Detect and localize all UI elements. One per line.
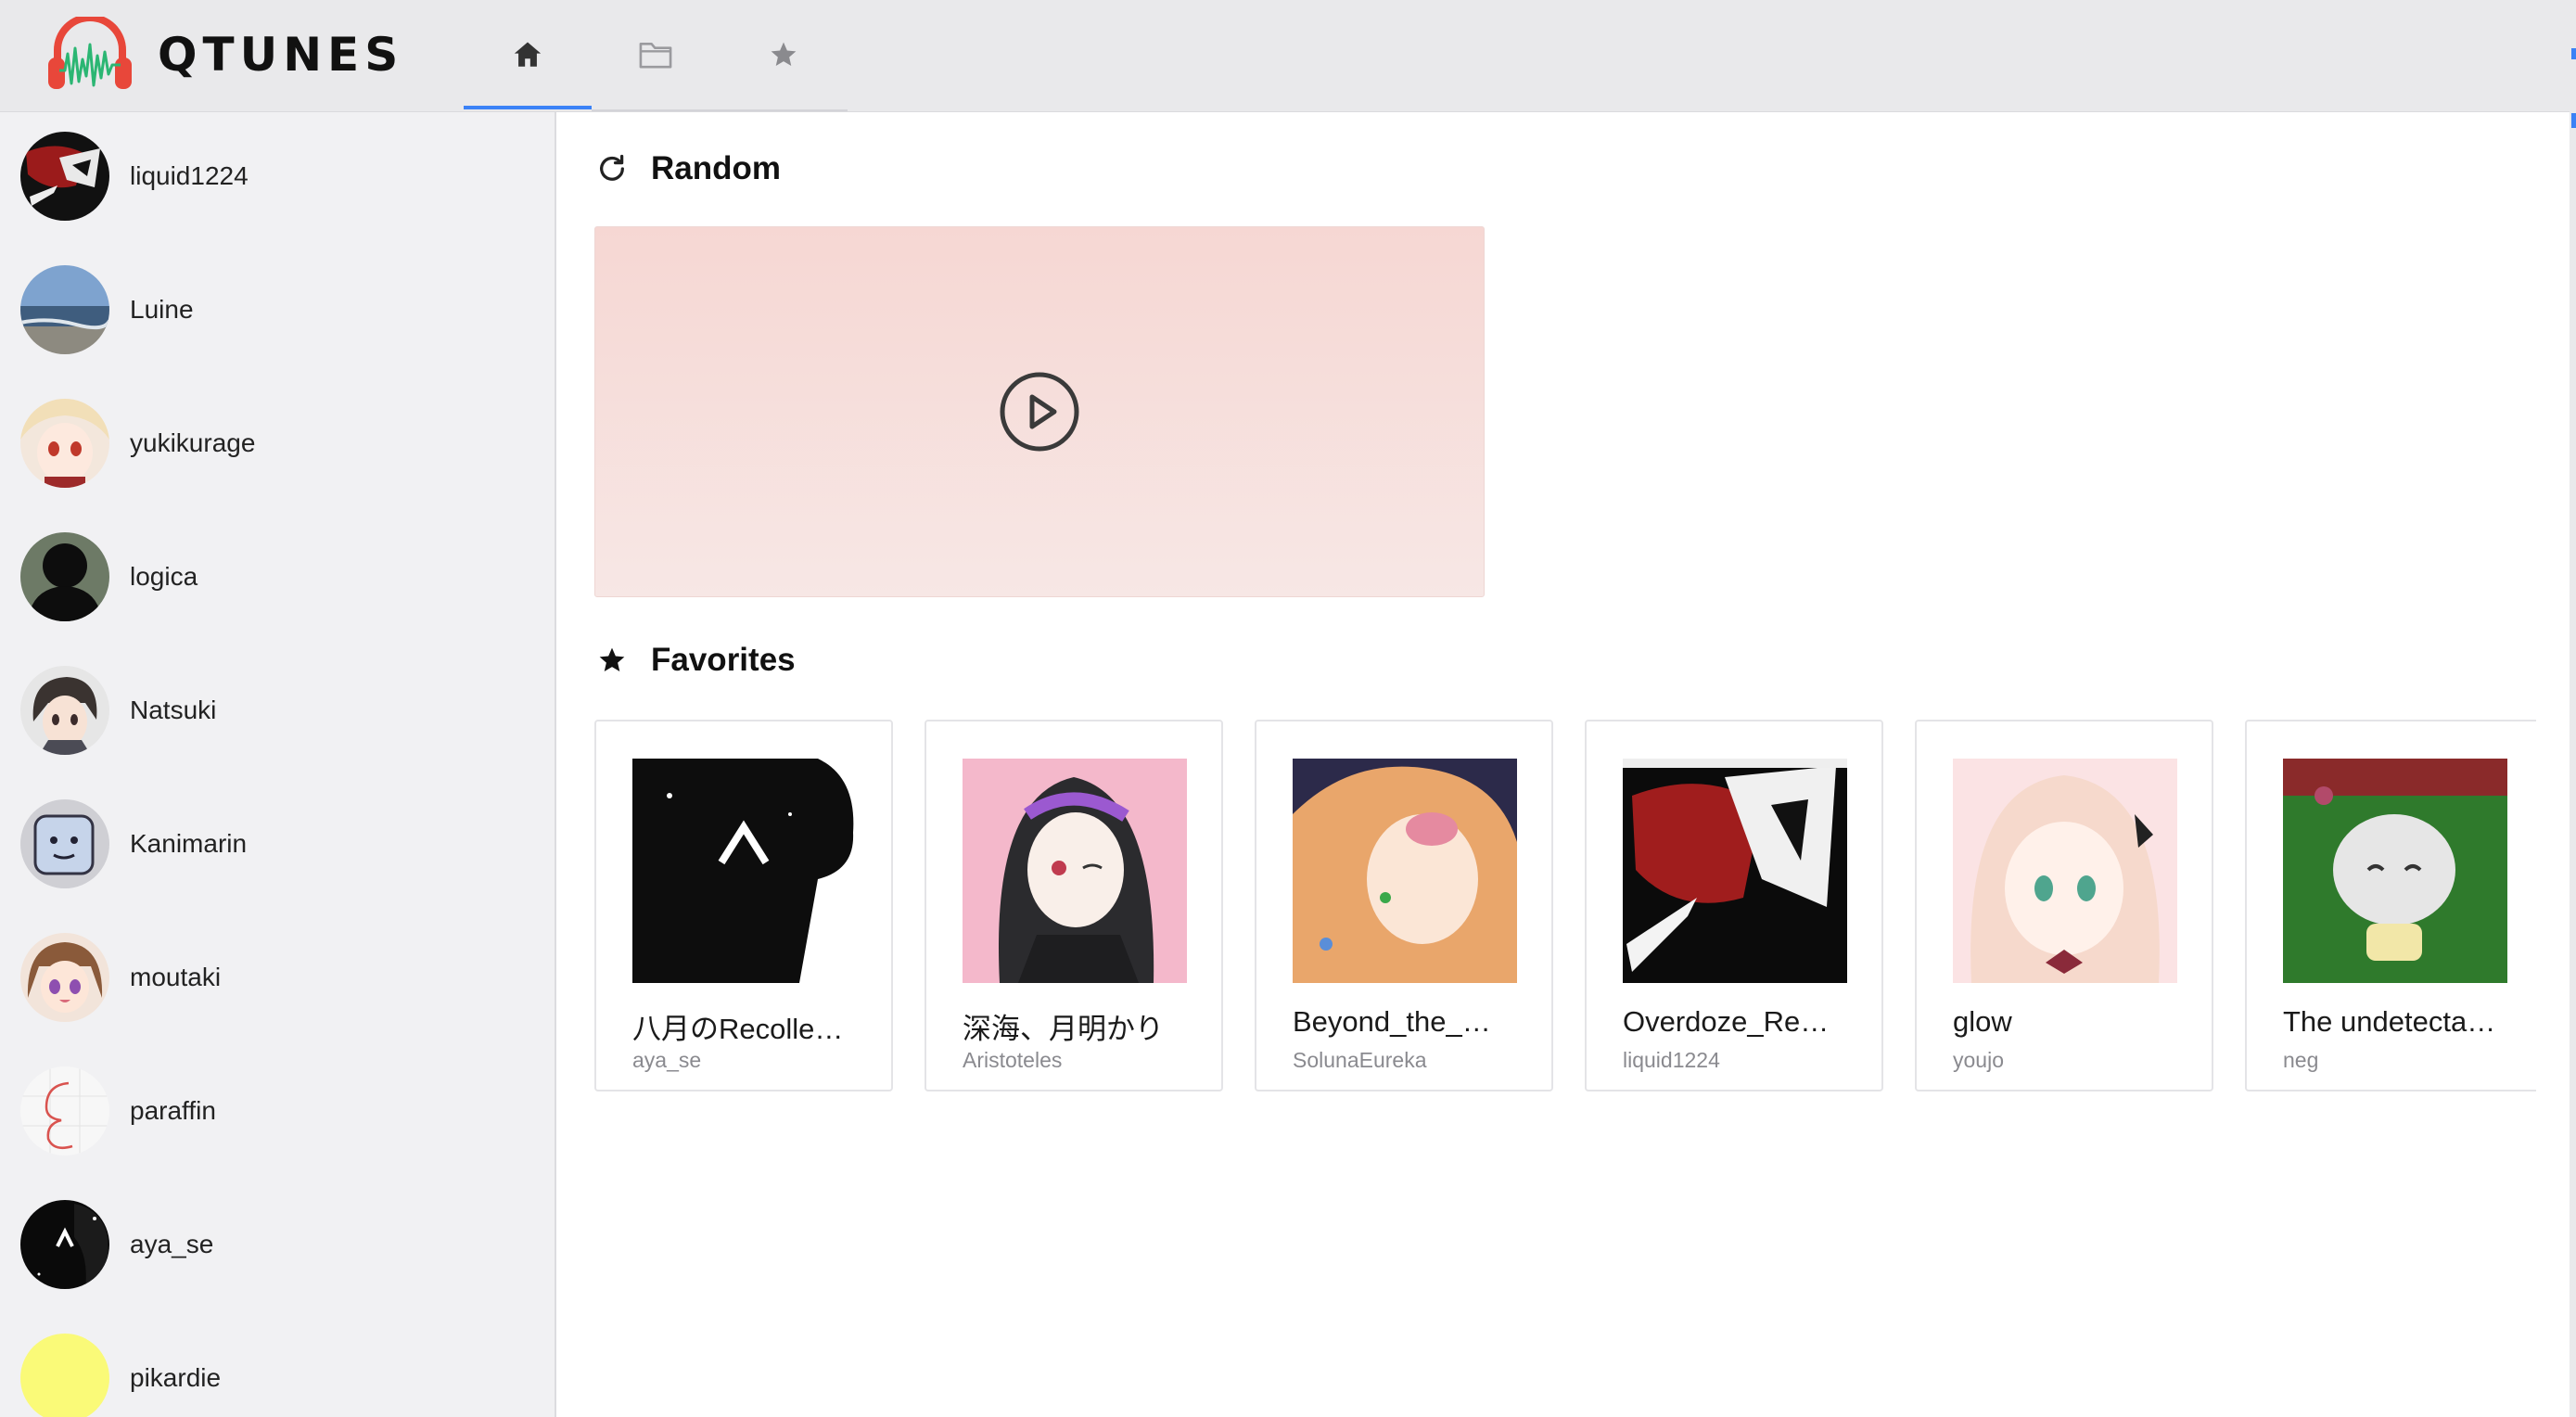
track-title: Overdoze_Re… bbox=[1623, 1005, 1830, 1038]
track-title: 深海、月明かり bbox=[963, 1013, 1164, 1045]
album-art bbox=[2283, 759, 2507, 983]
sidebar-item-artist[interactable]: aya_se bbox=[20, 1198, 213, 1291]
track-artist: Aristoteles bbox=[963, 1048, 1063, 1072]
sidebar-item-artist[interactable]: Kanimarin bbox=[20, 798, 247, 890]
carousel-edge bbox=[2536, 720, 2570, 1091]
artist-name: yukikurage bbox=[130, 428, 256, 457]
track-artist: aya_se bbox=[632, 1048, 702, 1072]
window-edge bbox=[2570, 0, 2576, 1417]
track-title: Beyond_the_… bbox=[1293, 1005, 1491, 1038]
album-art bbox=[1293, 759, 1517, 983]
star-icon bbox=[771, 42, 797, 66]
artist-name: Kanimarin bbox=[130, 829, 248, 858]
track-title: 八月のRecolle… bbox=[632, 1013, 844, 1045]
favorite-card[interactable]: The undetecta… neg bbox=[2245, 720, 2544, 1091]
artist-name: moutaki bbox=[130, 963, 222, 991]
track-artist: liquid1224 bbox=[1623, 1048, 1720, 1072]
avatar bbox=[20, 1066, 109, 1155]
album-art bbox=[963, 759, 1187, 983]
artist-name: Natsuki bbox=[130, 696, 217, 724]
avatar bbox=[20, 532, 109, 621]
avatar bbox=[20, 1334, 109, 1417]
artist-name: logica bbox=[130, 562, 198, 591]
album-art bbox=[632, 759, 857, 983]
refresh-icon[interactable] bbox=[593, 150, 631, 187]
tab-home[interactable] bbox=[464, 0, 592, 109]
artist-name: paraffin bbox=[130, 1096, 216, 1125]
artist-name: Luine bbox=[130, 295, 194, 324]
folder-icon bbox=[639, 42, 672, 69]
favorite-card[interactable]: Overdoze_Re… liquid1224 bbox=[1585, 720, 1883, 1091]
favorite-card[interactable]: Beyond_the_… SolunaEureka bbox=[1255, 720, 1553, 1091]
avatar bbox=[20, 933, 109, 1022]
track-artist: SolunaEureka bbox=[1293, 1048, 1427, 1072]
avatar bbox=[20, 265, 109, 354]
sidebar-item-artist[interactable]: moutaki bbox=[20, 931, 221, 1024]
track-artist: youjo bbox=[1953, 1048, 2004, 1072]
track-artist: neg bbox=[2283, 1048, 2319, 1072]
headphones-waveform-logo bbox=[48, 17, 132, 89]
avatar bbox=[20, 666, 109, 755]
app-name: QTUNES bbox=[158, 28, 404, 82]
top-bar: QTUNES bbox=[0, 0, 2570, 112]
track-title: glow bbox=[1953, 1005, 2012, 1038]
avatar bbox=[20, 1200, 109, 1289]
avatar bbox=[20, 132, 109, 221]
avatar bbox=[20, 799, 109, 888]
artist-name: aya_se bbox=[130, 1230, 214, 1258]
home-icon bbox=[514, 42, 542, 67]
album-art bbox=[1623, 759, 1847, 983]
random-header: Random bbox=[593, 150, 781, 187]
sidebar-item-artist[interactable]: yukikurage bbox=[20, 397, 255, 490]
play-circle-icon[interactable] bbox=[999, 371, 1080, 453]
sidebar-item-artist[interactable]: Luine bbox=[20, 263, 194, 356]
artist-name: liquid1224 bbox=[130, 161, 249, 190]
favorite-card[interactable]: glow youjo bbox=[1915, 720, 2213, 1091]
track-title: The undetecta… bbox=[2283, 1005, 2496, 1038]
artist-sidebar[interactable]: liquid1224 Luine yukikurage logica Natsu… bbox=[0, 112, 556, 1417]
avatar bbox=[20, 399, 109, 488]
sidebar-item-artist[interactable]: paraffin bbox=[20, 1065, 216, 1157]
random-play-card[interactable] bbox=[594, 226, 1485, 597]
section-title: Favorites bbox=[651, 642, 796, 678]
sidebar-item-artist[interactable]: pikardie bbox=[20, 1332, 221, 1417]
tab-divider bbox=[592, 109, 848, 111]
artist-name: pikardie bbox=[130, 1363, 222, 1392]
brand[interactable]: QTUNES bbox=[46, 17, 403, 93]
sidebar-item-artist[interactable]: logica bbox=[20, 530, 198, 623]
tab-library[interactable] bbox=[592, 0, 720, 109]
favorites-header: Favorites bbox=[593, 642, 796, 679]
favorite-card[interactable]: 深海、月明かり Aristoteles bbox=[925, 720, 1223, 1091]
favorite-card[interactable]: 八月のRecolle… aya_se bbox=[594, 720, 893, 1091]
section-title: Random bbox=[651, 150, 781, 186]
tab-favorites[interactable] bbox=[720, 0, 848, 109]
sidebar-item-artist[interactable]: Natsuki bbox=[20, 664, 216, 757]
star-icon bbox=[593, 642, 631, 679]
sidebar-item-artist[interactable]: liquid1224 bbox=[20, 130, 249, 223]
album-art bbox=[1953, 759, 2177, 983]
